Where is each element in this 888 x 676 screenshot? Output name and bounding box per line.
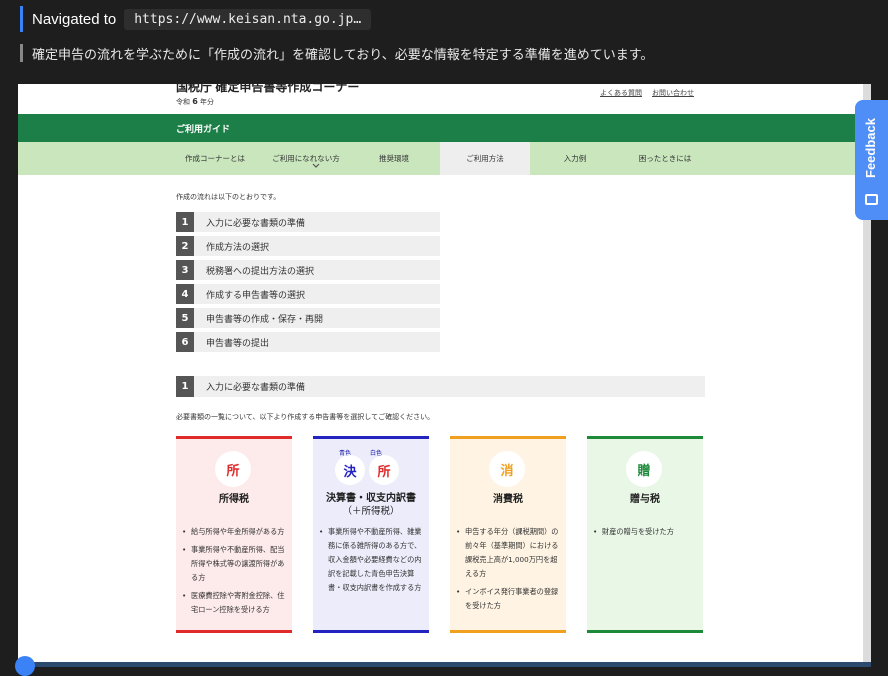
navigated-label: Navigated to [32, 10, 117, 28]
card-title: 消費税 [493, 494, 523, 505]
nav-item-examples[interactable]: 入力例 [530, 142, 620, 175]
feedback-label: Feedback [863, 118, 878, 178]
step-label: 申告書等の作成・保存・再開 [206, 314, 324, 325]
flow-step[interactable]: 4 作成する申告書等の選択 [176, 284, 440, 304]
card-consumption-tax[interactable]: 消 消費税 申告する年分（課税期間）の前々年（基準期間）における課税売上高が1,… [450, 436, 566, 633]
card-subtitle: （＋所得税） [342, 506, 400, 517]
step-label: 作成する申告書等の選択 [206, 290, 306, 301]
list-item: インボイス発行事業者の登録を受けた方 [456, 585, 560, 613]
card-title: 決算書・収支内訳書 [326, 493, 416, 504]
browser-viewport: 国税庁 確定申告書等作成コーナー 令和 6 年分 よくある質問 お問い合わせ ご利… [18, 84, 871, 662]
step-label: 税務署への提出方法の選択 [206, 266, 315, 277]
list-item: 事業所得や不動産所得、雑業務に係る雑所得のある方で、収入金額や必要経費などの内訳… [319, 525, 423, 595]
site-title[interactable]: 国税庁 確定申告書等作成コーナー [176, 84, 359, 95]
tax-year-prefix: 令和 [176, 98, 190, 106]
list-item: 事業所得や不動産所得、配当所得や株式等の譲渡所得がある方 [182, 543, 286, 585]
card-gift-tax[interactable]: 贈 贈与税 財産の贈与を受けた方 [587, 436, 703, 633]
timeline-track[interactable] [26, 662, 871, 667]
step-number: 4 [176, 284, 194, 304]
gift-tax-icon: 贈 [626, 451, 662, 487]
card-income-tax[interactable]: 所 所得税 給与所得や年金所得がある方 事業所得や不動産所得、配当所得や株式等の… [176, 436, 292, 633]
income-tax-icon: 所 [215, 451, 251, 487]
list-item: 医療費控除や寄附金控除、住宅ローン控除を受ける方 [182, 589, 286, 617]
nav-item-usage[interactable]: ご利用方法 [440, 142, 530, 175]
step-label: 入力に必要な書類の準備 [206, 218, 306, 229]
nav-item-trouble[interactable]: 困ったときには [620, 142, 710, 175]
card-items: 財産の贈与を受けた方 [593, 525, 697, 543]
feedback-button[interactable]: Feedback [855, 100, 888, 220]
flow-intro: 作成の流れは以下のとおりです。 [176, 193, 281, 201]
step-number: 3 [176, 260, 194, 280]
step-number: 2 [176, 236, 194, 256]
card-financial-statement[interactable]: 青色 白色 決 所 決算書・収支内訳書 （＋所得税） 事業所得や不動産所得、雑業… [313, 436, 429, 633]
statement-icon: 決 [335, 455, 365, 485]
nav-item-environment[interactable]: 推奨環境 [356, 142, 432, 175]
list-item: 申告する年分（課税期間）の前々年（基準期間）における課税売上高が1,000万円を… [456, 525, 560, 581]
step-number: 6 [176, 332, 194, 352]
faq-link[interactable]: よくある質問 [600, 89, 642, 97]
guide-banner: ご利用ガイド [18, 114, 871, 142]
chat-icon [865, 194, 878, 205]
tax-year-suffix: 年分 [200, 98, 215, 106]
section-description: 必要書類の一覧について、以下より作成する申告書等を選択してご確認ください。 [176, 413, 435, 421]
flow-step[interactable]: 6 申告書等の提出 [176, 332, 440, 352]
tax-year: 令和 6 年分 [176, 97, 214, 107]
nav-item-not-available[interactable]: ご利用になれない方 [262, 142, 350, 175]
status-text: 確定申告の流れを学ぶために「作成の流れ」を確認しており、必要な情報を特定する準備… [32, 47, 654, 63]
step-label: 申告書等の提出 [206, 338, 270, 349]
header-links: よくある質問 お問い合わせ [600, 88, 704, 98]
url-chip[interactable]: https://www.keisan.nta.go.jp… [124, 8, 372, 30]
list-item: 給与所得や年金所得がある方 [182, 525, 286, 539]
step-label: 作成方法の選択 [206, 242, 270, 253]
step-number: 5 [176, 308, 194, 328]
guide-nav: 作成コーナーとは ご利用になれない方 推奨環境 ご利用方法 入力例 困ったときに… [18, 142, 871, 175]
contact-link[interactable]: お問い合わせ [652, 89, 694, 97]
card-title: 所得税 [219, 494, 249, 505]
section-number: 1 [176, 376, 194, 397]
income-tax-icon: 所 [369, 455, 399, 485]
consumption-tax-icon: 消 [489, 451, 525, 487]
flow-step[interactable]: 2 作成方法の選択 [176, 236, 440, 256]
navigation-log: Navigated to https://www.keisan.nta.go.j… [20, 6, 372, 32]
list-item: 財産の贈与を受けた方 [593, 525, 697, 539]
timeline-handle[interactable] [15, 656, 35, 676]
flow-step[interactable]: 3 税務署への提出方法の選択 [176, 260, 440, 280]
section-label: 入力に必要な書類の準備 [206, 383, 306, 393]
flow-step[interactable]: 1 入力に必要な書類の準備 [176, 212, 440, 232]
site-header: 国税庁 確定申告書等作成コーナー 令和 6 年分 よくある質問 お問い合わせ [18, 84, 871, 114]
section-heading: 1 入力に必要な書類の準備 [176, 376, 705, 397]
nav-item-about[interactable]: 作成コーナーとは [174, 142, 256, 175]
tax-year-number: 6 [192, 97, 198, 106]
card-title: 贈与税 [630, 494, 660, 505]
flow-step[interactable]: 5 申告書等の作成・保存・再開 [176, 308, 440, 328]
step-number: 1 [176, 212, 194, 232]
chevron-down-icon [312, 162, 320, 171]
card-items: 申告する年分（課税期間）の前々年（基準期間）における課税売上高が1,000万円を… [456, 525, 560, 617]
status-log: 確定申告の流れを学ぶために「作成の流れ」を確認しており、必要な情報を特定する準備… [20, 44, 654, 63]
guide-title: ご利用ガイド [176, 125, 231, 135]
card-items: 事業所得や不動産所得、雑業務に係る雑所得のある方で、収入金額や必要経費などの内訳… [319, 525, 423, 599]
card-items: 給与所得や年金所得がある方 事業所得や不動産所得、配当所得や株式等の譲渡所得があ… [182, 525, 286, 621]
